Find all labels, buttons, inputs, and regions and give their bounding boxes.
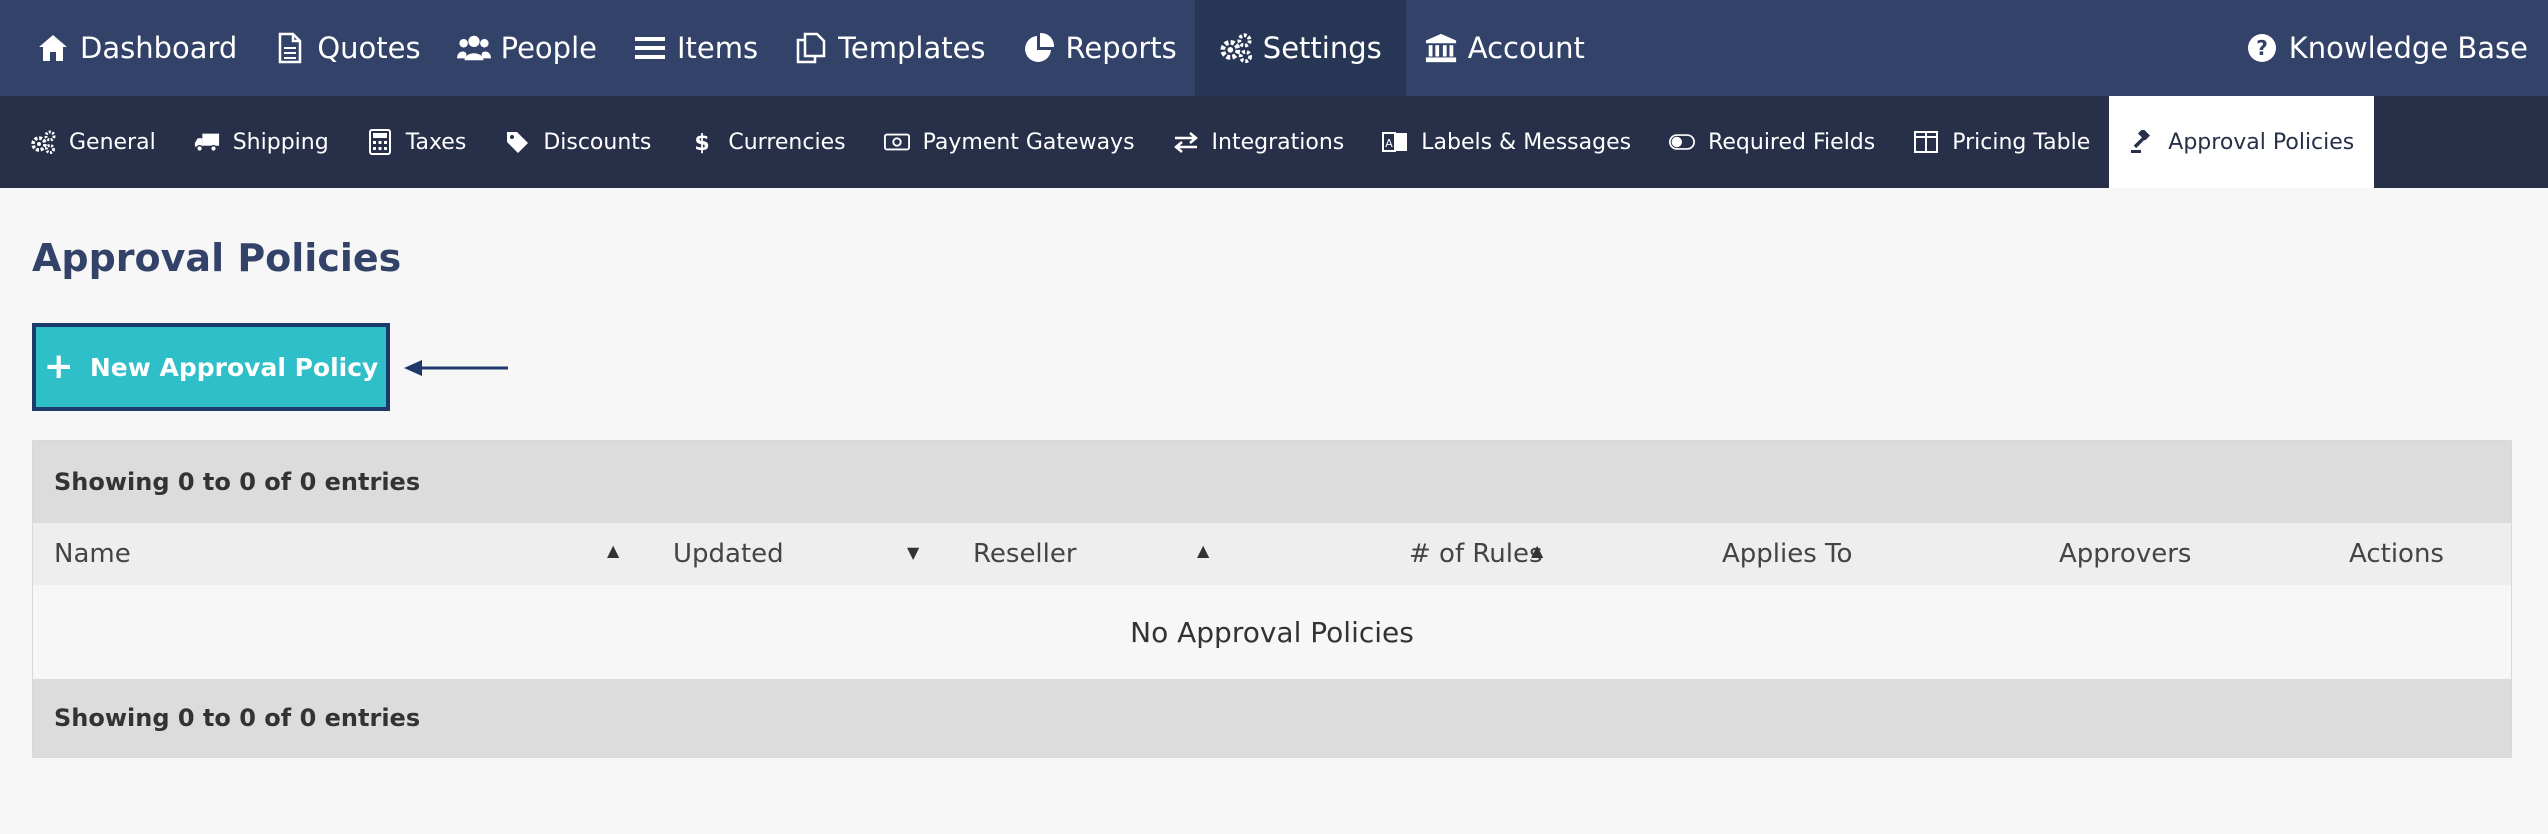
subnav-label: Payment Gateways — [922, 129, 1135, 155]
table-header: Name ▲ Updated ▼ Reseller ▲ # of Rules ▲… — [33, 523, 2511, 585]
nav-label: Templates — [838, 31, 986, 65]
nav-label: Quotes — [317, 31, 421, 65]
subnav-currencies[interactable]: $ Currencies — [670, 96, 864, 188]
subnav-labels-messages[interactable]: A Labels & Messages — [1363, 96, 1650, 188]
language-icon: A — [1382, 129, 1408, 155]
columns-icon — [1913, 129, 1939, 155]
settings-subnav: General Shipping Taxes Discounts $ Curre… — [0, 96, 2548, 188]
toggle-icon — [1669, 129, 1696, 155]
subnav-label: Required Fields — [1708, 129, 1876, 155]
nav-label: Knowledge Base — [2288, 31, 2528, 65]
subnav-label: Shipping — [232, 129, 329, 155]
nav-items[interactable]: Items — [615, 0, 776, 96]
new-approval-policy-button[interactable]: + New Approval Policy — [32, 323, 390, 411]
nav-label: Reports — [1065, 31, 1177, 65]
svg-text:?: ? — [2256, 36, 2268, 60]
dollar-icon: $ — [689, 129, 715, 155]
page-title: Approval Policies — [32, 236, 402, 280]
nav-account[interactable]: Account — [1406, 0, 1603, 96]
nav-label: Account — [1467, 31, 1585, 65]
gavel-icon — [2129, 129, 2155, 155]
column-header-reseller[interactable]: Reseller — [973, 523, 1077, 585]
copy-icon — [794, 31, 828, 65]
sort-down-icon[interactable]: ▼ — [907, 543, 919, 562]
table-summary-bottom: Showing 0 to 0 of 0 entries — [54, 704, 421, 732]
subnav-integrations[interactable]: Integrations — [1154, 96, 1364, 188]
gears-icon — [30, 129, 56, 155]
subnav-pricing-table[interactable]: Pricing Table — [1894, 96, 2109, 188]
button-label: New Approval Policy — [89, 352, 379, 382]
calculator-icon — [367, 129, 393, 155]
subnav-label: Labels & Messages — [1421, 129, 1632, 155]
nav-dashboard[interactable]: Dashboard — [0, 0, 255, 96]
empty-table-message: No Approval Policies — [33, 585, 2511, 679]
subnav-label: General — [69, 129, 156, 155]
sort-up-icon[interactable]: ▲ — [1531, 541, 1543, 560]
pointer-arrow-icon — [404, 360, 508, 376]
subnav-discounts[interactable]: Discounts — [485, 96, 670, 188]
home-icon — [36, 31, 70, 65]
exchange-icon — [1173, 129, 1199, 155]
column-header-actions: Actions — [2349, 539, 2444, 569]
top-navigation: Dashboard Quotes People Items Templates … — [0, 0, 2548, 96]
column-header-applies-to: Applies To — [1722, 539, 1853, 569]
subnav-label: Pricing Table — [1952, 129, 2091, 155]
users-icon — [456, 31, 491, 65]
nav-knowledge-base[interactable]: ? Knowledge Base — [2227, 0, 2548, 96]
column-header-name[interactable]: Name — [54, 523, 131, 585]
nav-reports[interactable]: Reports — [1004, 0, 1195, 96]
pie-chart-icon — [1022, 31, 1056, 65]
subnav-payment-gateways[interactable]: Payment Gateways — [865, 96, 1154, 188]
subnav-label: Approval Policies — [2168, 129, 2355, 155]
sort-up-icon[interactable]: ▲ — [1197, 541, 1209, 560]
column-header-approvers: Approvers — [2059, 539, 2192, 569]
tag-icon — [504, 129, 530, 155]
document-icon — [273, 31, 307, 65]
money-bill-icon — [883, 129, 910, 155]
list-icon — [633, 31, 667, 65]
question-circle-icon: ? — [2245, 31, 2279, 65]
nav-label: Settings — [1262, 31, 1382, 65]
subnav-label: Currencies — [728, 129, 846, 155]
subnav-label: Integrations — [1211, 129, 1345, 155]
subnav-label: Taxes — [405, 129, 467, 155]
nav-templates[interactable]: Templates — [776, 0, 1003, 96]
subnav-label: Discounts — [543, 129, 652, 155]
subnav-taxes[interactable]: Taxes — [348, 96, 486, 188]
subnav-required-fields[interactable]: Required Fields — [1650, 96, 1894, 188]
sort-up-icon[interactable]: ▲ — [607, 541, 619, 560]
nav-label: Dashboard — [80, 31, 238, 65]
approval-policies-table: Showing 0 to 0 of 0 entries Name ▲ Updat… — [32, 440, 2512, 758]
truck-icon — [194, 129, 220, 155]
column-header-updated[interactable]: Updated — [673, 523, 784, 585]
subnav-general[interactable]: General — [0, 96, 175, 188]
svg-text:$: $ — [695, 131, 710, 155]
nav-settings[interactable]: Settings — [1194, 0, 1406, 96]
svg-text:A: A — [1385, 137, 1393, 150]
bank-icon — [1424, 31, 1458, 65]
gears-icon — [1219, 31, 1253, 65]
subnav-approval-policies[interactable]: Approval Policies — [2109, 96, 2375, 188]
nav-label: People — [500, 31, 597, 65]
nav-label: Items — [676, 31, 759, 65]
table-summary-top: Showing 0 to 0 of 0 entries — [54, 468, 421, 496]
nav-people[interactable]: People — [439, 0, 615, 96]
plus-icon: + — [43, 346, 74, 387]
column-header-rules[interactable]: # of Rules — [1409, 523, 1543, 585]
nav-quotes[interactable]: Quotes — [255, 0, 438, 96]
subnav-shipping[interactable]: Shipping — [175, 96, 348, 188]
